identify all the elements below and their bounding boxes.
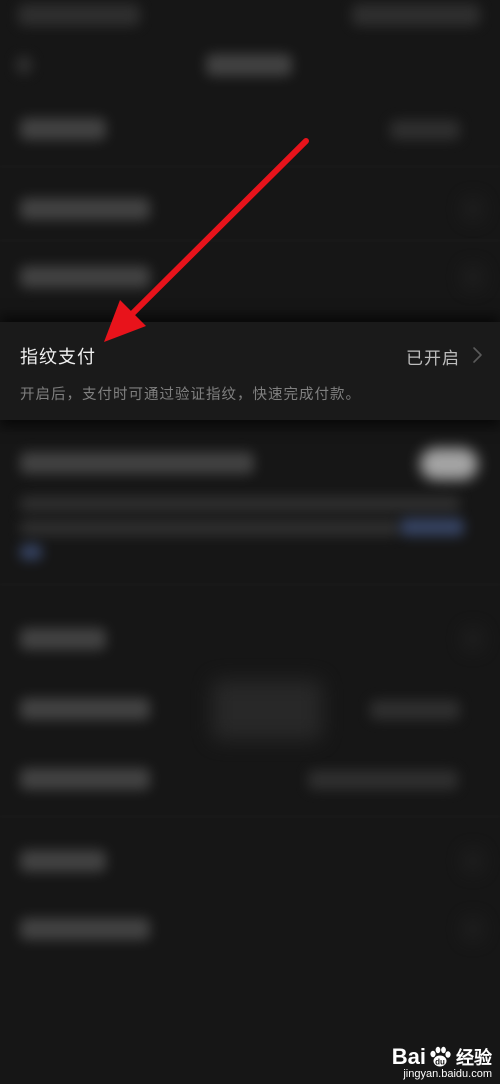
blurred-row-2-chevron	[466, 200, 480, 218]
chevron-right-icon	[473, 347, 482, 363]
watermark-logo-suffix: 经验	[456, 1048, 492, 1069]
fingerprint-payment-row[interactable]	[0, 322, 500, 420]
status-bar-left	[18, 4, 140, 26]
blurred-toggle-switch[interactable]	[420, 448, 478, 480]
baidu-jingyan-watermark: Bai du 经验 jingyan.baidu.com	[392, 1044, 492, 1080]
blurred-row-4-label[interactable]	[20, 628, 106, 650]
fingerprint-payment-title: 指纹支付	[20, 347, 96, 368]
back-button[interactable]	[16, 56, 32, 74]
page-title	[206, 54, 292, 76]
blurred-row-1-value	[390, 120, 460, 140]
blurred-link-text-2[interactable]	[20, 544, 42, 560]
svg-text:du: du	[435, 1058, 445, 1067]
blurred-overlay-box	[212, 680, 322, 740]
blurred-row-7-label[interactable]	[20, 850, 106, 872]
blurred-row-5-label[interactable]	[20, 698, 150, 720]
blurred-row-3-chevron	[466, 268, 480, 286]
blurred-row-8-label[interactable]	[20, 918, 150, 940]
blurred-row-2-label[interactable]	[20, 198, 150, 220]
blurred-toggle-row-label	[20, 452, 254, 474]
watermark-url: jingyan.baidu.com	[403, 1068, 492, 1080]
blurred-row-4-chevron	[466, 630, 480, 648]
watermark-logo-prefix: Bai	[391, 1044, 426, 1069]
fingerprint-payment-status: 已开启	[406, 349, 460, 369]
paw-icon: du	[430, 1046, 451, 1067]
divider	[0, 584, 500, 585]
blurred-link-text[interactable]	[400, 518, 464, 536]
fingerprint-payment-description: 开启后，支付时可通过验证指纹，快速完成付款。	[20, 387, 361, 403]
blurred-row-1-label[interactable]	[20, 118, 106, 140]
blurred-row-8-chevron	[466, 920, 480, 938]
divider	[0, 816, 500, 817]
blurred-row-6-value	[308, 770, 458, 790]
blurred-description-line-2	[20, 520, 400, 536]
settings-screen: 指纹支付 已开启 开启后，支付时可通过验证指纹，快速完成付款。 Bai du 经…	[0, 0, 500, 1084]
blurred-description-line-1	[20, 496, 460, 512]
divider	[0, 166, 500, 167]
status-bar-right	[352, 4, 480, 26]
blurred-row-6-label[interactable]	[20, 768, 150, 790]
blurred-row-5-value	[370, 700, 460, 720]
divider	[0, 240, 500, 241]
blurred-row-7-chevron	[466, 852, 480, 870]
blurred-row-3-label[interactable]	[20, 266, 150, 288]
